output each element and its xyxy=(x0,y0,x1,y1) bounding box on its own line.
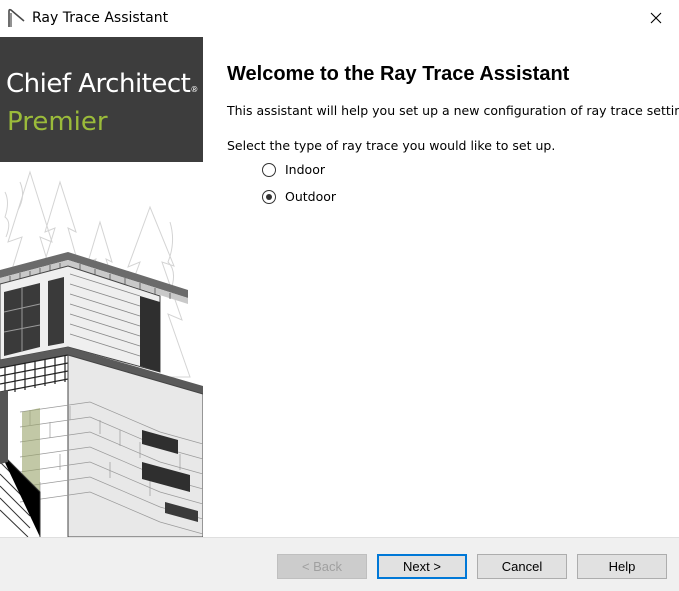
next-button[interactable]: Next > xyxy=(377,554,467,579)
brand-edition: Premier xyxy=(7,107,108,137)
house-illustration xyxy=(0,170,203,537)
outdoor-radio-label[interactable]: Outdoor xyxy=(285,189,336,205)
outdoor-radio-button[interactable] xyxy=(262,190,276,204)
indoor-radio-option[interactable]: Indoor xyxy=(262,161,325,179)
ray-trace-type-prompt: Select the type of ray trace you would l… xyxy=(227,138,556,153)
page-title: Welcome to the Ray Trace Assistant xyxy=(227,63,570,85)
registered-mark: ® xyxy=(190,85,198,94)
ray-trace-assistant-window: Ray Trace Assistant Chief Architect® Pre… xyxy=(0,0,679,591)
help-button[interactable]: Help xyxy=(577,554,667,579)
outdoor-radio-option[interactable]: Outdoor xyxy=(262,188,336,206)
brand-banner: Chief Architect® Premier xyxy=(0,37,203,162)
wizard-content: Welcome to the Ray Trace Assistant This … xyxy=(203,37,679,537)
brand-name: Chief Architect® xyxy=(6,69,198,99)
indoor-radio-label[interactable]: Indoor xyxy=(285,162,325,178)
back-button[interactable]: < Back xyxy=(277,554,367,579)
close-icon xyxy=(650,9,662,28)
close-button[interactable] xyxy=(633,0,679,37)
title-bar: Ray Trace Assistant xyxy=(0,0,679,37)
intro-text: This assistant will help you set up a ne… xyxy=(227,103,679,118)
indoor-radio-button[interactable] xyxy=(262,163,276,177)
side-panel: Chief Architect® Premier xyxy=(0,37,203,537)
chief-architect-logo-icon xyxy=(6,7,28,29)
button-bar: < Back Next > Cancel Help xyxy=(0,537,679,591)
window-title: Ray Trace Assistant xyxy=(32,10,169,26)
cancel-button[interactable]: Cancel xyxy=(477,554,567,579)
